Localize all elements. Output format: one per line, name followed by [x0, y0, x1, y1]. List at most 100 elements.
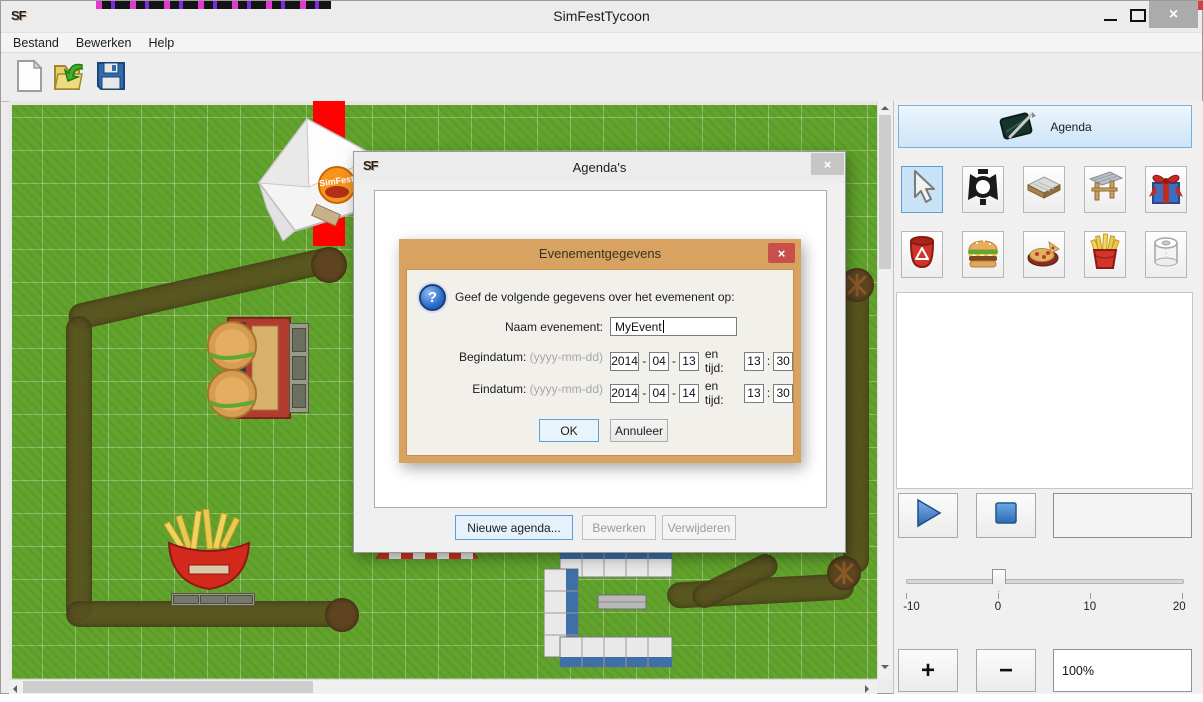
scroll-right-icon[interactable]	[865, 685, 869, 693]
tool-burger-stand[interactable]	[962, 231, 1004, 278]
minimize-button[interactable]	[1095, 1, 1125, 28]
end-date-label: Eindatum: (yyyy-mm-dd)	[407, 382, 603, 396]
end-month-field[interactable]: 04	[649, 384, 669, 403]
dirt-path-left	[66, 316, 92, 621]
slider-track[interactable]	[906, 579, 1184, 584]
delete-agenda-button[interactable]: Verwijderen	[662, 515, 736, 540]
dirt-path-right-edge	[843, 273, 869, 573]
cursor-icon	[905, 168, 939, 211]
event-dialog-close-button[interactable]: ×	[768, 243, 795, 263]
question-icon: ?	[419, 284, 446, 311]
start-hour-field[interactable]: 13	[744, 352, 764, 371]
gate-icon	[1086, 168, 1124, 211]
start-year-field[interactable]: 2014	[610, 352, 639, 371]
scroll-left-icon[interactable]	[13, 685, 17, 693]
tool-toilet-roll[interactable]	[1145, 231, 1187, 278]
ok-button[interactable]: OK	[539, 419, 599, 442]
slider-label-min: -10	[903, 601, 920, 613]
play-icon	[912, 498, 944, 533]
event-dialog: Evenementgegevens × ? Geef de volgende g…	[399, 239, 801, 463]
speed-slider[interactable]: -10 0 10 20	[906, 563, 1182, 615]
slider-label-10: 10	[1083, 601, 1096, 613]
horizontal-scrollbar-thumb[interactable]	[23, 681, 313, 693]
end-hour-field[interactable]: 13	[744, 384, 764, 403]
save-floppy-icon	[95, 60, 127, 97]
start-date-label: Begindatum: (yyyy-mm-dd)	[407, 350, 603, 364]
play-button[interactable]	[898, 493, 958, 538]
end-day-field[interactable]: 14	[679, 384, 699, 403]
maximize-button[interactable]	[1125, 1, 1151, 28]
toilet-block	[544, 549, 676, 669]
cancel-button[interactable]: Annuleer	[610, 419, 668, 442]
minimize-icon	[1104, 19, 1117, 21]
zoom-out-button[interactable]: −	[976, 649, 1036, 692]
window-title: SimFestTycoon	[1, 8, 1202, 24]
edit-agenda-button[interactable]: Bewerken	[582, 515, 656, 540]
new-file-icon	[14, 59, 44, 98]
tool-platform-tile[interactable]	[1023, 166, 1065, 213]
end-year-field[interactable]: 2014	[610, 384, 639, 403]
map-edge	[9, 101, 877, 105]
start-minute-field[interactable]: 30	[773, 352, 793, 371]
slider-thumb[interactable]	[992, 569, 1006, 592]
new-file-button[interactable]	[11, 60, 47, 96]
close-button[interactable]: ×	[1149, 1, 1198, 28]
date-format-hint: (yyyy-mm-dd)	[530, 350, 603, 364]
stop-button[interactable]	[976, 493, 1036, 538]
open-file-button[interactable]	[51, 60, 87, 96]
start-day-field[interactable]: 13	[679, 352, 699, 371]
new-agenda-button[interactable]: Nieuwe agenda...	[455, 515, 573, 540]
time-separator: :	[767, 354, 770, 368]
fries-stand	[161, 509, 257, 601]
status-panel	[1053, 493, 1192, 538]
toolbar	[1, 54, 1202, 102]
end-minute-field[interactable]: 30	[773, 384, 793, 403]
tool-trash-bin[interactable]	[901, 231, 943, 278]
scroll-down-icon[interactable]	[881, 665, 889, 669]
zoom-in-button[interactable]: +	[898, 649, 958, 692]
desktop-strip	[0, 694, 1203, 702]
start-month-field[interactable]: 04	[649, 352, 669, 371]
menu-bewerken[interactable]: Bewerken	[76, 36, 132, 50]
slider-label-max: 20	[1173, 601, 1186, 613]
vertical-scrollbar-thumb[interactable]	[879, 115, 891, 269]
agenda-button[interactable]: Agenda	[898, 105, 1192, 148]
text-caret	[663, 320, 664, 333]
tool-entrance-gate[interactable]	[1084, 166, 1126, 213]
menu-bestand[interactable]: Bestand	[13, 36, 59, 50]
path-junction	[311, 247, 347, 283]
event-name-field[interactable]: MyEvent	[610, 317, 737, 336]
agendas-dialog-titlebar: SF Agenda's ×	[354, 152, 845, 183]
spotlight-icon	[965, 167, 1001, 212]
slider-tick	[1090, 593, 1091, 599]
save-file-button[interactable]	[93, 60, 129, 96]
zoom-level-field[interactable]: 100%	[1053, 649, 1192, 692]
agendas-dialog-close-button[interactable]: ×	[811, 153, 844, 175]
bench	[171, 593, 255, 606]
tool-gift[interactable]	[1145, 166, 1187, 213]
bench	[289, 323, 309, 413]
tool-select-cursor[interactable]	[901, 166, 943, 213]
path-end-node	[325, 598, 359, 632]
tool-spotlight[interactable]	[962, 166, 1004, 213]
pizza-icon	[1025, 234, 1063, 275]
path-marker-bottom	[827, 556, 861, 590]
event-dialog-title: Evenementgegevens	[399, 246, 801, 261]
date-format-hint: (yyyy-mm-dd)	[530, 382, 603, 396]
scroll-up-icon[interactable]	[881, 106, 889, 110]
slider-tick	[998, 593, 999, 599]
agenda-notebook-icon	[998, 110, 1038, 143]
app-window: SF SimFestTycoon × Bestand Bewerken Help	[0, 0, 1203, 694]
date-separator: -	[642, 354, 646, 368]
agenda-list-panel[interactable]	[896, 292, 1193, 489]
date-separator: -	[642, 386, 646, 400]
maximize-icon	[1130, 9, 1146, 22]
menu-help[interactable]: Help	[148, 36, 174, 50]
date-separator: -	[672, 354, 676, 368]
tool-fries-stand[interactable]	[1084, 231, 1126, 278]
tool-pizza-stand[interactable]	[1023, 231, 1065, 278]
open-folder-icon	[52, 59, 86, 98]
map-edge-left	[9, 101, 12, 679]
slider-tick	[1182, 593, 1183, 599]
trash-bin-icon	[904, 233, 940, 276]
